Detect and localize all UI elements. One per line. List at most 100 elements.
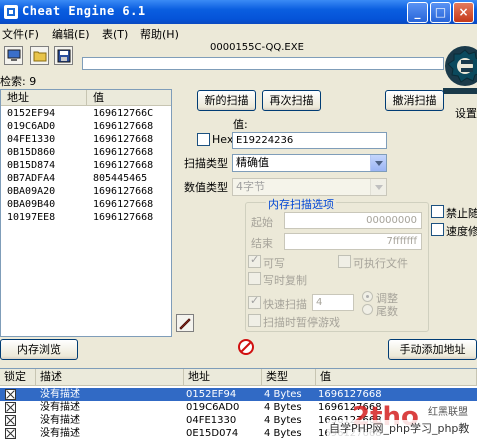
column-header-description[interactable]: 描述 — [36, 369, 184, 386]
freeze-checkbox[interactable] — [5, 402, 16, 413]
add-address-manually-button[interactable]: 手动添加地址 — [388, 339, 477, 360]
fast-scan-label: 快速扫描 — [263, 298, 307, 311]
watermark-brand: 红黑联盟 — [428, 407, 468, 418]
column-header-address[interactable]: 地址 — [184, 369, 262, 386]
found-count-label: 检索: 9 — [0, 75, 37, 88]
result-address: 0152EF94 — [7, 108, 56, 119]
freeze-checkbox[interactable] — [5, 389, 16, 400]
result-value: 1696127668 — [93, 212, 154, 223]
hex-label: Hex — [212, 133, 234, 146]
process-name: 0000155C-QQ.EXE — [210, 42, 304, 53]
row-description[interactable]: 没有描述 — [40, 388, 80, 401]
menu-help[interactable]: 帮助(H) — [140, 26, 179, 42]
clear-list-button[interactable] — [237, 338, 255, 356]
watermark-text: 自学PHP网_php学习_php教 — [327, 420, 472, 436]
row-address[interactable]: 0E15D074 — [186, 427, 238, 440]
scan-type-select[interactable]: 精确值 — [232, 154, 387, 172]
open-file-button[interactable] — [30, 46, 49, 65]
result-address: 0BA09B40 — [7, 199, 56, 210]
result-value: 1696127668 — [93, 160, 154, 171]
row-address[interactable]: 019C6AD0 — [186, 401, 239, 414]
last-digits-radio[interactable] — [362, 304, 373, 315]
pause-while-scanning-checkbox[interactable] — [248, 314, 261, 327]
start-label: 起始 — [251, 216, 273, 229]
end-address-input[interactable]: 7fffffff — [284, 233, 422, 250]
end-label: 结束 — [251, 237, 273, 250]
cheat-engine-logo-icon[interactable] — [443, 42, 477, 102]
column-header-type[interactable]: 类型 — [262, 369, 316, 386]
result-value: 1696127668 — [93, 186, 154, 197]
result-address: 019C6AD0 — [7, 121, 56, 132]
result-value: 1696127668 — [93, 134, 154, 145]
settings-label[interactable]: 设置 — [455, 105, 477, 121]
freeze-checkbox[interactable] — [5, 415, 16, 426]
speed-hack-checkbox[interactable] — [431, 223, 444, 236]
alignment-radio[interactable] — [362, 291, 373, 302]
menu-table[interactable]: 表(T) — [102, 26, 128, 42]
result-address: 04FE1330 — [7, 134, 56, 145]
result-value: 169612766C — [93, 108, 154, 119]
chevron-down-icon[interactable] — [370, 179, 386, 195]
scan-progress-bar — [82, 57, 444, 70]
column-header-address[interactable]: 地址 — [1, 90, 87, 106]
speed-hack-label: 速度修改 — [446, 225, 477, 238]
scan-type-label: 扫描类型 — [184, 157, 228, 170]
disable-random-checkbox[interactable] — [431, 205, 444, 218]
row-address[interactable]: 0152EF94 — [186, 388, 236, 401]
found-count: 9 — [29, 75, 37, 88]
pointer-scan-button[interactable] — [176, 314, 194, 332]
menu-edit[interactable]: 编辑(E) — [52, 26, 90, 42]
fast-scan-checkbox[interactable] — [248, 294, 261, 309]
value-type-label: 数值类型 — [184, 181, 228, 194]
result-value: 1696127668 — [93, 121, 154, 132]
column-header-value[interactable]: 值 — [87, 90, 171, 106]
row-description[interactable]: 没有描述 — [40, 414, 80, 427]
fast-scan-alignment-input[interactable]: 4 — [312, 294, 354, 311]
result-address: 0B15D874 — [7, 160, 56, 171]
open-process-button[interactable] — [4, 46, 23, 65]
result-address: 0B15D860 — [7, 147, 56, 158]
memory-view-button[interactable]: 内存浏览 — [0, 339, 78, 360]
row-address[interactable]: 04FE1330 — [186, 414, 236, 427]
result-value: 805445465 — [93, 173, 148, 184]
row-description[interactable]: 没有描述 — [40, 401, 80, 414]
minimize-button[interactable]: _ — [407, 2, 428, 23]
executable-checkbox[interactable] — [338, 255, 351, 268]
maximize-button[interactable]: □ — [430, 2, 451, 23]
writable-checkbox[interactable] — [248, 253, 261, 268]
computer-icon — [7, 49, 21, 61]
arrow-pointer-icon — [179, 318, 191, 330]
value-type-select[interactable]: 4字节 — [232, 178, 387, 196]
value-type-value: 4字节 — [236, 180, 265, 193]
executable-label: 可执行文件 — [353, 257, 408, 270]
copy-on-write-checkbox[interactable] — [248, 272, 261, 285]
hex-checkbox[interactable] — [197, 133, 210, 146]
new-scan-button[interactable]: 新的扫描 — [197, 90, 256, 111]
close-button[interactable]: × — [453, 2, 474, 23]
column-header-value[interactable]: 值 — [316, 369, 477, 386]
cheat-engine-icon — [4, 5, 18, 19]
writable-label: 可写 — [263, 257, 285, 270]
result-value: 1696127668 — [93, 147, 154, 158]
title-bar[interactable]: Cheat Engine 6.1 _ □ × — [0, 0, 477, 24]
next-scan-button[interactable]: 再次扫描 — [262, 90, 321, 111]
start-address-input[interactable]: 00000000 — [284, 212, 422, 229]
menu-file[interactable]: 文件(F) — [2, 26, 39, 42]
pause-while-scanning-label: 扫描时暂停游戏 — [263, 316, 340, 329]
undo-scan-button[interactable]: 撤消扫描 — [385, 90, 444, 111]
column-header-lock[interactable]: 锁定 — [0, 369, 36, 386]
value-input[interactable]: E19224236 — [232, 132, 387, 149]
folder-icon — [33, 51, 47, 62]
floppy-icon — [57, 49, 71, 63]
result-value: 1696127668 — [93, 199, 154, 210]
prohibited-icon — [238, 339, 254, 355]
menu-bar: 文件(F) 编辑(E) 表(T) 帮助(H) — [0, 24, 477, 41]
freeze-checkbox[interactable] — [5, 428, 16, 439]
window-title: Cheat Engine 6.1 — [22, 4, 146, 18]
save-button[interactable] — [54, 46, 73, 65]
found-label-text: 检索 — [0, 75, 22, 88]
row-description[interactable]: 没有描述 — [40, 427, 80, 440]
chevron-down-icon[interactable] — [370, 155, 386, 171]
scan-results-list[interactable]: 地址 值 0152EF94 169612766C 019C6AD0 16961276… — [0, 89, 172, 337]
result-address: 0B7ADFA4 — [7, 173, 56, 184]
